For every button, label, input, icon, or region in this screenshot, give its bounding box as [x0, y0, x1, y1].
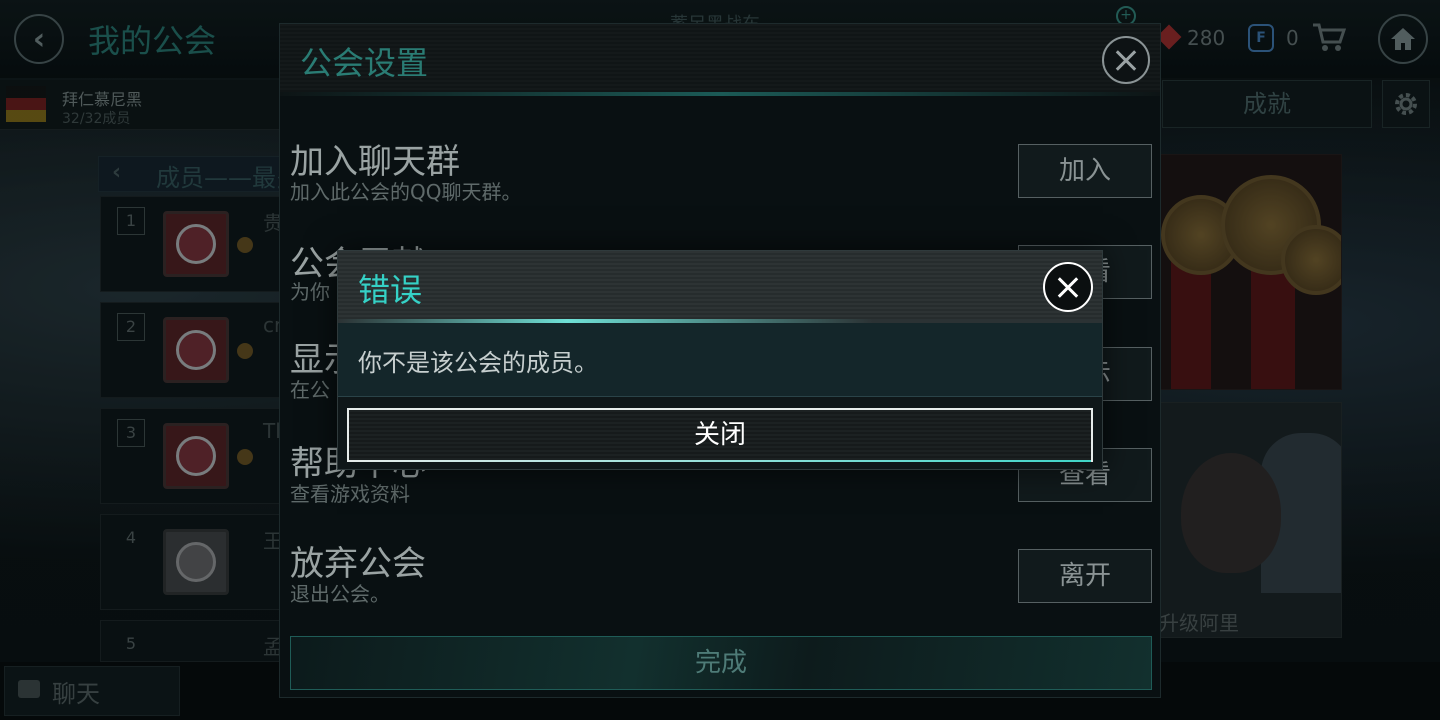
error-title: 错误 [358, 271, 423, 309]
done-button[interactable]: 完成 [290, 636, 1152, 690]
join-button[interactable]: 加入 [1018, 144, 1152, 198]
option-desc-contribution: 为你 [290, 280, 330, 304]
option-desc-help: 查看游戏资料 [290, 482, 410, 506]
error-dialog: 错误 你不是该公会的成员。 关闭 [337, 250, 1103, 470]
leave-button[interactable]: 离开 [1018, 549, 1152, 603]
settings-close-button[interactable] [1102, 36, 1150, 84]
option-desc-leave: 退出公会。 [290, 582, 390, 606]
error-header [338, 251, 1102, 321]
settings-title: 公会设置 [300, 44, 429, 82]
header-divider [280, 92, 1160, 96]
error-body: 你不是该公会的成员。 [338, 323, 1102, 397]
option-desc-display: 在公 [290, 378, 330, 402]
close-button[interactable]: 关闭 [347, 408, 1093, 462]
error-message: 你不是该公会的成员。 [358, 349, 598, 377]
error-close-icon-button[interactable] [1043, 262, 1093, 312]
option-desc-join-chat: 加入此公会的QQ聊天群。 [290, 180, 522, 204]
